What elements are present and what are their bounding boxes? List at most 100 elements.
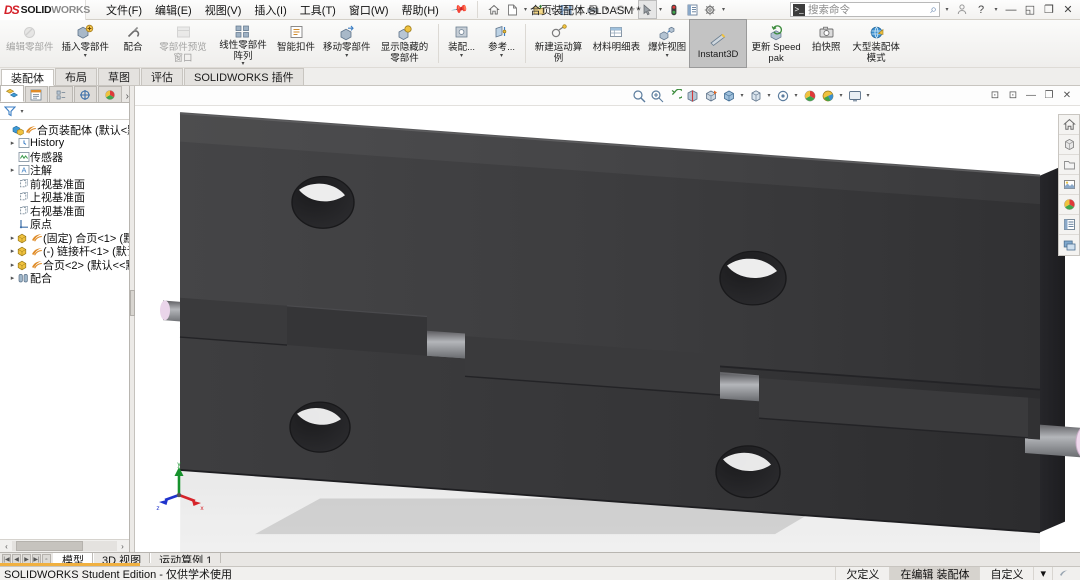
home-icon[interactable] [486,1,503,18]
chevron-down-icon[interactable]: ▾ [943,6,951,13]
chevron-down-icon[interactable]: ▾ [864,92,872,99]
new-motion-study-button[interactable]: 新建运动算例 [529,20,589,67]
display-states-icon[interactable] [1059,235,1079,255]
tab-layout[interactable]: 布局 [55,68,97,85]
scrollbar-thumb[interactable] [16,541,83,551]
display-style-icon[interactable] [720,87,737,104]
assembly-features-button[interactable]: 装配... ▾ [442,20,482,67]
tree-expander[interactable]: ▸ [8,261,17,269]
appearances-icon[interactable] [1059,135,1079,155]
restore-down-left-icon[interactable]: ⊡ [988,89,1002,103]
view-home-icon[interactable] [1059,115,1079,135]
tree-expander[interactable]: ▸ [8,274,17,282]
restore-down-right-icon[interactable]: ⊡ [1006,89,1020,103]
chevron-down-icon[interactable]: ▾ [345,54,348,59]
previous-view-icon[interactable] [666,87,683,104]
search-input[interactable]: >_ 搜索命令 ⌕ [790,2,940,17]
zoom-to-fit-icon[interactable] [630,87,647,104]
chevron-right-icon[interactable]: › [123,91,129,102]
chevron-down-icon[interactable]: ▾ [837,92,845,99]
menu-item-window[interactable]: 窗口(W) [343,0,395,21]
chevron-down-icon[interactable]: ▾ [84,54,87,59]
tree-node-part-hinge-2[interactable]: ▸ 合页<2> (默认<<默认 [0,258,129,272]
tree-node-assembly-root[interactable]: 合页装配体 (默认<默认_显 [0,123,129,137]
scroll-left-icon[interactable]: ‹ [1,542,12,551]
take-snapshot-button[interactable]: 拍快照 [806,20,846,67]
tree-node-history[interactable]: ▸ History [0,137,129,151]
move-component-button[interactable]: 移动零部件 ▾ [319,20,375,67]
select-arrow-icon[interactable] [639,1,656,18]
chevron-down-icon[interactable]: ▾ [242,62,245,67]
menu-item-edit[interactable]: 编辑(E) [149,0,198,21]
view-orientation-icon[interactable] [702,87,719,104]
feature-manager-tab[interactable] [0,85,24,102]
user-account-icon[interactable] [954,2,970,18]
bill-of-materials-button[interactable]: 材料明细表 [589,20,645,67]
scroll-right-icon[interactable]: › [117,542,128,551]
scrollbar-track[interactable] [12,541,117,551]
restore-button[interactable]: ◱ [1022,2,1038,18]
close-doc-icon[interactable]: ✕ [1060,89,1074,103]
chevron-down-icon[interactable]: ▾ [657,6,665,13]
tree-node-mates-folder[interactable]: ▸ 配合 [0,272,129,286]
minimize-doc-icon[interactable]: — [1024,89,1038,103]
close-button[interactable]: ✕ [1060,2,1076,18]
component-preview-button[interactable]: 零部件预览窗口 [153,20,213,67]
hide-show-items-icon[interactable] [747,87,764,104]
chevron-down-icon[interactable]: ▾ [720,6,728,13]
status-units-custom[interactable]: 自定义 [979,567,1033,580]
viewport-layout-icon[interactable] [846,87,863,104]
insert-component-button[interactable]: 插入零部件 ▾ [58,20,114,67]
splitter-handle[interactable] [130,290,135,316]
feature-tree[interactable]: 合页装配体 (默认<默认_显 ▸ History 传感器 [0,120,129,539]
chevron-down-icon[interactable]: ▾ [992,6,1000,13]
tree-expander[interactable]: ▸ [8,139,17,147]
decals-icon[interactable] [1059,175,1079,195]
chevron-down-icon[interactable]: ▾ [666,54,669,59]
menu-item-file[interactable]: 文件(F) [100,0,148,21]
rebuild-icon[interactable] [666,1,683,18]
new-document-icon[interactable] [504,1,521,18]
section-view-icon[interactable] [684,87,701,104]
restore-doc-icon[interactable]: ❐ [1042,89,1056,103]
large-assembly-mode-button[interactable]: 大型装配体模式 [846,20,906,67]
chevron-down-icon[interactable]: ▾ [500,54,503,59]
panel-splitter[interactable] [130,86,135,552]
model-canvas[interactable]: y x z [135,106,1080,552]
update-speedpak-button[interactable]: 更新 Speedpak [746,20,806,67]
scenes-icon[interactable] [1059,155,1079,175]
tree-horizontal-scrollbar[interactable]: ‹ › [0,539,129,552]
tree-node-sensors[interactable]: 传感器 [0,150,129,164]
edit-component-button[interactable]: 编辑零部件 [2,20,58,67]
configuration-manager-tab[interactable] [49,86,73,102]
settings-gear-icon[interactable] [702,1,719,18]
pushpin-icon[interactable]: 📌 [450,0,469,19]
property-manager-tab[interactable] [25,86,49,102]
colors-icon[interactable] [1059,195,1079,215]
reference-geometry-button[interactable]: 参考... ▾ [482,20,522,67]
menu-item-insert[interactable]: 插入(I) [248,0,292,21]
tab-sw-addins[interactable]: SOLIDWORKS 插件 [184,68,304,85]
tree-expander[interactable]: ▸ [8,166,17,174]
tree-expander[interactable]: ▸ [8,247,17,255]
tab-assembly[interactable]: 装配体 [1,69,54,86]
view-settings-icon[interactable] [819,87,836,104]
magnifier-icon[interactable]: ⌕ [930,2,939,17]
chevron-down-icon[interactable]: ▾ [738,92,746,99]
chevron-down-icon[interactable]: ▾ [765,92,773,99]
dimxpert-manager-tab[interactable] [74,86,98,102]
tab-sketch[interactable]: 草图 [98,68,140,85]
custom-properties-icon[interactable] [1059,215,1079,235]
instant3d-button[interactable]: Instant3D [690,20,746,67]
chevron-down-icon[interactable]: ▾ [792,92,800,99]
apply-scene-icon[interactable] [801,87,818,104]
show-hidden-components-button[interactable]: 显示隐藏的零部件 [375,20,435,67]
mate-button[interactable]: 配合 [113,20,153,67]
display-manager-tab[interactable] [98,86,122,102]
tree-filter-bar[interactable]: ▾ [0,103,129,120]
chevron-down-icon[interactable]: ▾ [18,108,26,115]
zoom-to-area-icon[interactable] [648,87,665,104]
main-menu[interactable]: 文件(F) 编辑(E) 视图(V) 插入(I) 工具(T) 窗口(W) 帮助(H… [100,0,445,21]
tab-evaluate[interactable]: 评估 [141,68,183,85]
graphics-viewport[interactable]: ▾ ▾ ▾ ▾ [135,86,1080,552]
